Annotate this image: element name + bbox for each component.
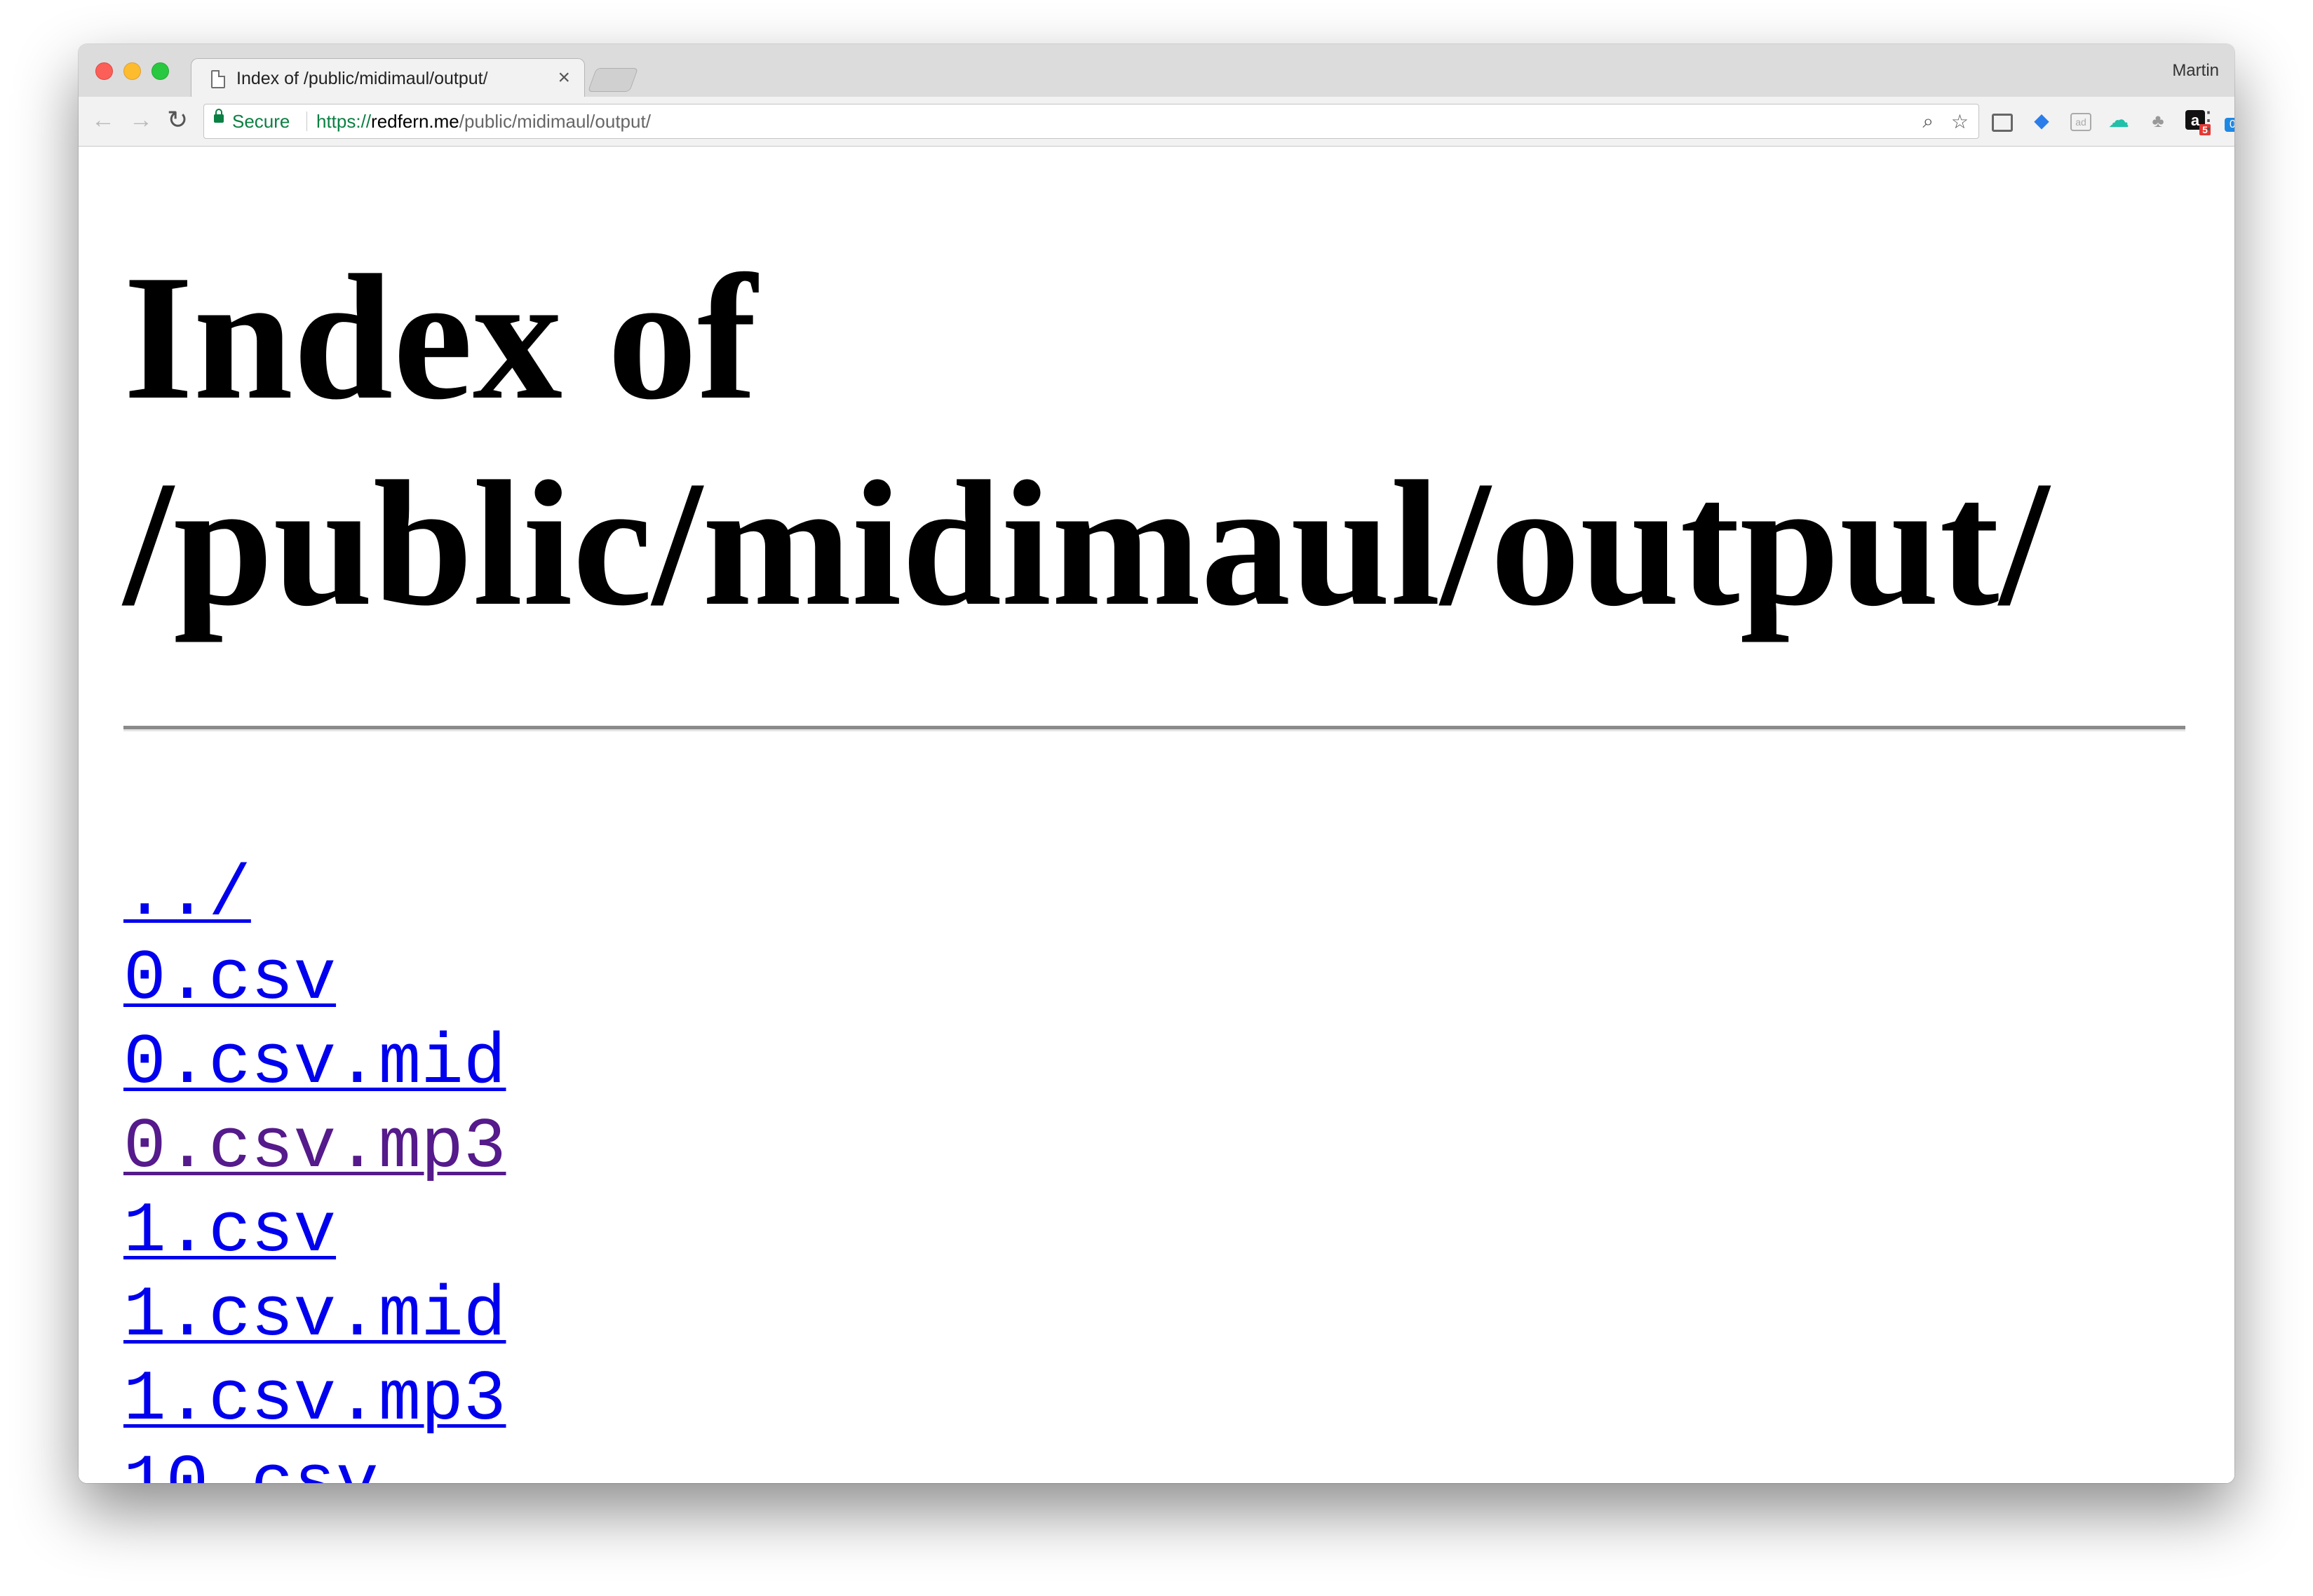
list-item: 10.csv bbox=[123, 1442, 506, 1483]
file-link[interactable]: 1.csv bbox=[123, 1192, 336, 1272]
tab-close-icon[interactable]: × bbox=[558, 66, 570, 90]
document-icon bbox=[211, 70, 225, 88]
tab-strip: Index of /public/midimaul/output/ × Mart… bbox=[79, 44, 2234, 98]
forward-arrow-icon[interactable]: → bbox=[129, 106, 153, 134]
url-host: redfern.me bbox=[371, 111, 459, 132]
url-scheme: https:// bbox=[316, 111, 372, 132]
adblock-icon[interactable]: ad bbox=[2070, 113, 2091, 131]
list-item: 0.csv.mp3 bbox=[123, 1106, 506, 1190]
cloud-icon[interactable]: ☁ bbox=[2108, 110, 2129, 131]
minimize-window-button[interactable] bbox=[123, 62, 141, 80]
lock-icon[interactable] bbox=[214, 109, 224, 123]
security-label[interactable]: Secure bbox=[232, 111, 290, 133]
file-link[interactable]: 10.csv bbox=[123, 1445, 379, 1483]
list-item: ../ bbox=[123, 853, 506, 938]
list-item: 1.csv bbox=[123, 1190, 506, 1274]
tab-active[interactable]: Index of /public/midimaul/output/ × bbox=[191, 58, 585, 98]
new-tab-button[interactable] bbox=[587, 68, 639, 92]
grey-extension-icon[interactable]: ♣ bbox=[2147, 110, 2169, 131]
file-link[interactable]: 0.csv.mp3 bbox=[123, 1108, 506, 1188]
tab-title: Index of /public/midimaul/output/ bbox=[236, 69, 488, 88]
menu-kebab-icon[interactable]: ⋮ bbox=[2197, 107, 2220, 135]
list-item: 1.csv.mid bbox=[123, 1274, 506, 1358]
cast-icon[interactable] bbox=[1992, 114, 2013, 132]
url-path: /public/midimaul/output/ bbox=[459, 111, 651, 132]
reload-icon[interactable]: ↻ bbox=[167, 106, 188, 134]
maximize-window-button[interactable] bbox=[151, 62, 169, 80]
bookmark-star-icon[interactable]: ☆ bbox=[1951, 110, 1969, 133]
file-link[interactable]: 0.csv bbox=[123, 940, 336, 1020]
address-bar[interactable]: Secure https://redfern.me/public/midimau… bbox=[203, 104, 1979, 139]
file-link[interactable]: 1.csv.mp3 bbox=[123, 1360, 506, 1440]
timer-icon[interactable]: 0m bbox=[2225, 118, 2234, 132]
file-link[interactable]: 1.csv.mid bbox=[123, 1276, 506, 1356]
page-content: Index of /public/midimaul/output/ ../0.c… bbox=[79, 147, 2234, 1483]
zoom-icon[interactable]: ⌕ bbox=[1922, 110, 1934, 133]
profile-name[interactable]: Martin bbox=[2172, 61, 2219, 81]
list-item: 1.csv.mp3 bbox=[123, 1358, 506, 1442]
toolbar: ← → ↻ Secure https://redfern.me/public/m… bbox=[79, 97, 2234, 147]
cube-icon[interactable]: ◆ bbox=[2031, 110, 2052, 131]
list-item: 0.csv bbox=[123, 938, 506, 1022]
back-arrow-icon[interactable]: ← bbox=[91, 106, 115, 134]
horizontal-rule bbox=[123, 726, 2185, 731]
close-window-button[interactable] bbox=[95, 62, 113, 80]
file-link[interactable]: ../ bbox=[123, 856, 251, 935]
page-heading: Index of /public/midimaul/output/ bbox=[123, 238, 2049, 643]
address-separator bbox=[306, 111, 307, 131]
file-link[interactable]: 0.csv.mid bbox=[123, 1024, 506, 1104]
browser-window: Index of /public/midimaul/output/ × Mart… bbox=[79, 44, 2234, 1483]
list-item: 0.csv.mid bbox=[123, 1022, 506, 1106]
file-list: ../0.csv 0.csv.mid 0.csv.mp3 1.csv 1.csv.mid… bbox=[123, 853, 506, 1483]
url-text[interactable]: https://redfern.me/public/midimaul/outpu… bbox=[316, 111, 651, 133]
